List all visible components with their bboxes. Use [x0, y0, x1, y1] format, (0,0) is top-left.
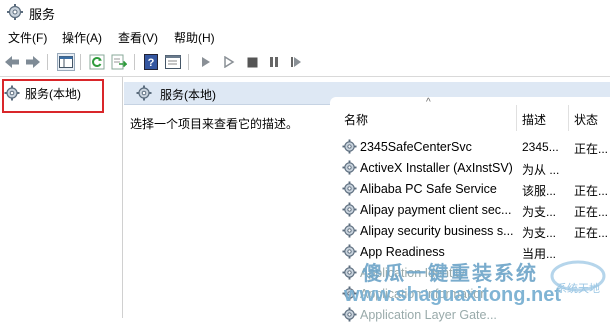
table-row[interactable]: 2345SafeCenterSvc 2345... 正在...	[330, 137, 610, 158]
toolbar-separator	[188, 54, 189, 70]
service-description: 该服...	[522, 184, 557, 198]
menu-view[interactable]: 查看(V)	[118, 29, 158, 46]
service-state: 正在...	[574, 184, 609, 198]
service-gear-icon	[342, 307, 357, 325]
tree-node-label: 服务(本地)	[25, 86, 81, 101]
watermark-url: www.shaguaxitong.net	[344, 284, 562, 306]
service-name: 2345SafeCenterSvc	[360, 140, 472, 154]
table-row[interactable]: Application Layer Gate...	[330, 305, 610, 326]
toolbar-separator	[80, 54, 81, 70]
table-row[interactable]: Alibaba PC Safe Service 该服... 正在...	[330, 179, 610, 200]
refresh-icon[interactable]	[88, 53, 106, 71]
svg-text:?: ?	[148, 57, 155, 69]
toolbar-separator	[134, 54, 135, 70]
toolbar: ?	[0, 48, 610, 77]
service-gear-icon	[342, 223, 357, 241]
show-pane-icon[interactable]	[57, 53, 75, 71]
service-gear-icon	[342, 244, 357, 262]
pause-icon[interactable]	[265, 53, 283, 71]
column-divider[interactable]	[516, 105, 517, 131]
help-icon[interactable]: ?	[142, 53, 160, 71]
table-row[interactable]: Alipay security business s... 为支... 正在...	[330, 221, 610, 242]
service-state: 正在...	[574, 205, 609, 219]
back-icon[interactable]	[3, 53, 21, 71]
tree-pane: 服务(本地)	[0, 77, 123, 318]
sort-ascending-icon: ^	[426, 97, 431, 108]
restart-icon[interactable]	[287, 53, 305, 71]
forward-icon[interactable]	[24, 53, 42, 71]
watermark-logo-text: 系统天地	[556, 282, 600, 295]
service-name: Alipay security business s...	[360, 224, 514, 238]
menu-file[interactable]: 文件(F)	[8, 29, 47, 46]
services-gear-icon	[7, 4, 23, 20]
service-description: 为支...	[522, 205, 557, 219]
start-alt-icon[interactable]	[220, 53, 238, 71]
column-divider[interactable]	[568, 105, 569, 131]
title-bar: 服务	[0, 0, 610, 26]
stop-icon[interactable]	[243, 53, 261, 71]
table-row[interactable]: ActiveX Installer (AxInstSV) 为从 ...	[330, 158, 610, 179]
menu-action[interactable]: 操作(A)	[62, 29, 102, 46]
service-name: Alipay payment client sec...	[360, 203, 512, 217]
service-name: Alibaba PC Safe Service	[360, 182, 497, 196]
service-gear-icon	[342, 181, 357, 199]
column-header-state[interactable]: 状态	[574, 111, 598, 128]
service-gear-icon	[342, 202, 357, 220]
description-text: 选择一个项目来查看它的描述。	[130, 117, 299, 131]
column-header-name[interactable]: 名称	[344, 111, 368, 128]
toolbar-separator	[47, 54, 48, 70]
service-name: ActiveX Installer (AxInstSV)	[360, 161, 513, 175]
window-title: 服务	[29, 7, 56, 22]
watermark-logo: 系统天地	[550, 260, 606, 295]
pane-title: 服务(本地)	[160, 88, 216, 102]
service-state: 正在...	[574, 142, 609, 156]
service-gear-icon	[342, 160, 357, 178]
properties-icon[interactable]	[164, 53, 182, 71]
service-description: 为支...	[522, 226, 557, 240]
export-icon[interactable]	[110, 53, 128, 71]
services-gear-icon	[136, 85, 152, 101]
column-header-desc[interactable]: 描述	[522, 111, 546, 128]
service-state: 正在...	[574, 226, 609, 240]
menu-bar: 文件(F) 操作(A) 查看(V) 帮助(H)	[0, 27, 610, 47]
service-description: 为从 ...	[522, 163, 560, 177]
services-gear-icon	[4, 85, 20, 101]
service-gear-icon	[342, 139, 357, 157]
service-description: 2345...	[522, 140, 559, 154]
table-row[interactable]: Alipay payment client sec... 为支... 正在...	[330, 200, 610, 221]
start-icon[interactable]	[197, 53, 215, 71]
menu-help[interactable]: 帮助(H)	[174, 29, 215, 46]
tree-node-services-local[interactable]: 服务(本地)	[4, 82, 81, 104]
watermark-text: 傻瓜一键重装系统	[362, 263, 538, 285]
service-gear-icon	[342, 265, 357, 283]
service-name: Application Layer Gate...	[360, 308, 497, 322]
